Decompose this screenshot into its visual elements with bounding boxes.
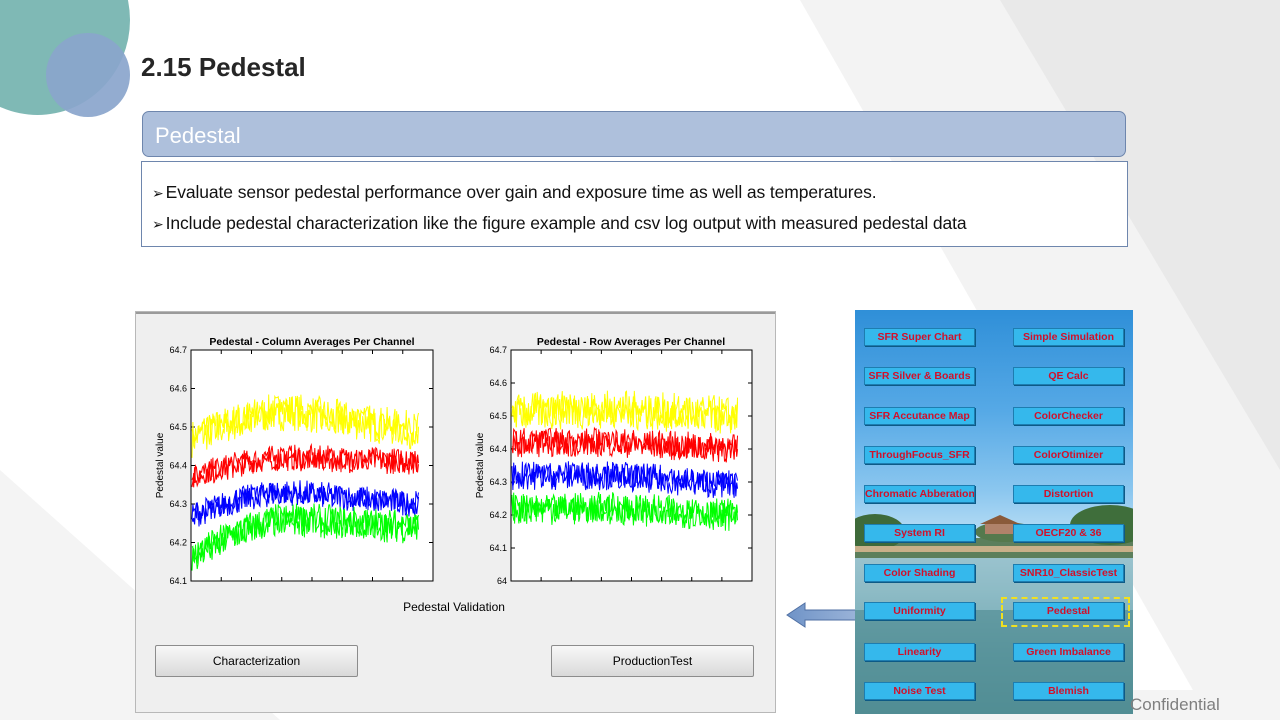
- tool-button-color-shading[interactable]: Color Shading: [864, 564, 975, 582]
- production-test-button[interactable]: ProductionTest: [551, 645, 754, 677]
- tool-button-uniformity[interactable]: Uniformity: [864, 602, 975, 620]
- y-tick-label: 64.2: [169, 538, 187, 548]
- pedestal-validation-window: Pedestal - Column Averages Per Channel Pe…: [135, 311, 776, 713]
- test-tool-panel: SFR Super Chart SFR Silver & Boards SFR Ac…: [855, 310, 1133, 714]
- chart-title: Pedestal - Row Averages Per Channel: [537, 336, 725, 348]
- tool-button-system-ri[interactable]: System RI: [864, 524, 975, 542]
- y-tick-label: 64.1: [489, 543, 507, 553]
- y-axis-label: Pedestal value: [475, 432, 486, 498]
- chart-title: Pedestal - Column Averages Per Channel: [209, 336, 414, 348]
- y-tick-label: 64.7: [489, 345, 507, 355]
- tool-button-sfr-silver-boards[interactable]: SFR Silver & Boards: [864, 367, 975, 385]
- tool-button-sfr-accutance-map[interactable]: SFR Accutance Map: [864, 407, 975, 425]
- y-tick-label: 64.6: [169, 384, 187, 394]
- y-tick-label: 64.5: [169, 422, 187, 432]
- y-tick-label: 64.7: [169, 345, 187, 355]
- y-tick-label: 64.1: [169, 576, 187, 586]
- y-tick-label: 64.3: [169, 499, 187, 509]
- characterization-button[interactable]: Characterization: [155, 645, 358, 677]
- tool-button-colorotimizer[interactable]: ColorOtimizer: [1013, 446, 1124, 464]
- tool-button-throughfocus-sfr[interactable]: ThroughFocus_SFR: [864, 446, 975, 464]
- tool-button-green-imbalance[interactable]: Green Imbalance: [1013, 643, 1124, 661]
- tool-button-pedestal[interactable]: Pedestal: [1013, 602, 1124, 620]
- bullet-item: ➢ Include pedestal characterization like …: [152, 213, 967, 233]
- y-axis-label: Pedestal value: [155, 432, 166, 498]
- bullet-item: ➢ Evaluate sensor pedestal performance ov…: [152, 182, 877, 202]
- section-header-label: Pedestal: [155, 123, 241, 148]
- tool-button-oecf20-36[interactable]: OECF20 & 36: [1013, 524, 1124, 542]
- tool-button-blemish[interactable]: Blemish: [1013, 682, 1124, 700]
- confidential-label: Confidential: [1130, 695, 1220, 714]
- bullet-arrow-icon: ➢: [152, 185, 164, 201]
- tool-button-linearity[interactable]: Linearity: [864, 643, 975, 661]
- slide-title: 2.15 Pedestal: [141, 52, 306, 82]
- tool-button-snr10-classictest[interactable]: SNR10_ClassicTest: [1013, 564, 1124, 582]
- y-tick-label: 64.2: [489, 510, 507, 520]
- tool-button-colorchecker[interactable]: ColorChecker: [1013, 407, 1124, 425]
- y-tick-label: 64.4: [169, 461, 187, 471]
- y-tick-label: 64.6: [489, 378, 507, 388]
- section-header: Pedestal: [142, 111, 1126, 157]
- window-caption: Pedestal Validation: [403, 600, 505, 614]
- bullet-list: ➢ Evaluate sensor pedestal performance ov…: [141, 161, 1128, 247]
- y-tick-label: 64.5: [489, 411, 507, 421]
- y-tick-label: 64: [497, 576, 507, 586]
- y-tick-label: 64.3: [489, 477, 507, 487]
- tool-button-qe-calc[interactable]: QE Calc: [1013, 367, 1124, 385]
- decorative-blue-circle: [46, 33, 130, 117]
- tool-button-chromatic-abberation[interactable]: Chromatic Abberation: [864, 485, 975, 503]
- y-tick-label: 64.4: [489, 444, 507, 454]
- bullet-arrow-icon: ➢: [152, 216, 164, 232]
- tool-button-noise-test[interactable]: Noise Test: [864, 682, 975, 700]
- tool-button-distortion[interactable]: Distortion: [1013, 485, 1124, 503]
- tool-button-sfr-super-chart[interactable]: SFR Super Chart: [864, 328, 975, 346]
- tool-button-simple-simulation[interactable]: Simple Simulation: [1013, 328, 1124, 346]
